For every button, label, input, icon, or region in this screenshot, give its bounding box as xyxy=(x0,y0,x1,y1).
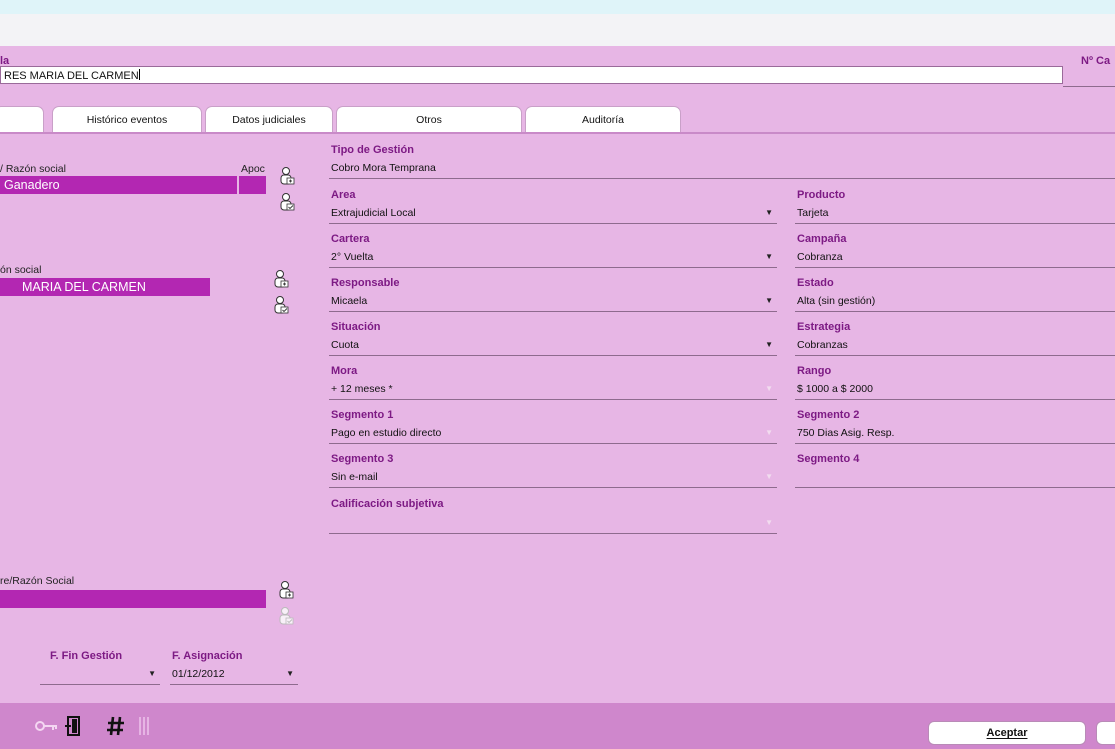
tab-divider xyxy=(0,132,1115,134)
tab-otros-label: Otros xyxy=(416,114,442,126)
tab-auditoria-label: Auditoría xyxy=(581,114,625,126)
client-name-input[interactable]: RES MARIA DEL CARMEN xyxy=(0,66,1063,84)
segmento3-label: Segmento 3 xyxy=(331,453,394,465)
segmento2-label: Segmento 2 xyxy=(797,409,860,421)
estado-label: Estado xyxy=(797,277,834,289)
area-select[interactable]: Extrajudicial Local ▼ xyxy=(329,204,777,224)
razon-social-2-value[interactable]: MARIA DEL CARMEN xyxy=(0,278,210,296)
text-cursor xyxy=(138,69,140,80)
estado-field[interactable]: Alta (sin gestión) xyxy=(795,292,1115,312)
chevron-down-icon[interactable]: ▼ xyxy=(765,208,773,217)
cartera-label: Cartera xyxy=(331,233,370,245)
nombre-razon-value[interactable] xyxy=(0,590,266,608)
producto-field[interactable]: Tarjeta xyxy=(795,204,1115,224)
situacion-value: Cuota xyxy=(331,339,360,351)
situacion-select[interactable]: Cuota ▼ xyxy=(329,336,777,356)
rango-label: Rango xyxy=(797,365,832,377)
mora-value: + 12 meses * xyxy=(331,383,393,395)
razon-social-value[interactable]: Ganadero xyxy=(0,176,237,194)
tipo-gestion-label: Tipo de Gestión xyxy=(331,144,414,156)
estrategia-label: Estrategia xyxy=(797,321,851,333)
segmento3-select: Sin e-mail ▼ xyxy=(329,468,777,488)
mora-select: + 12 meses * ▼ xyxy=(329,380,777,400)
area-label: Area xyxy=(331,189,356,201)
calificacion-select: ▼ xyxy=(329,514,777,534)
chevron-down-icon[interactable]: ▼ xyxy=(765,340,773,349)
cartera-select[interactable]: 2° Vuelta ▼ xyxy=(329,248,777,268)
segmento3-value: Sin e-mail xyxy=(331,471,378,483)
segmento4-label: Segmento 4 xyxy=(797,453,860,465)
campana-value: Cobranza xyxy=(797,251,843,263)
razon-social-label: / Razón social xyxy=(0,163,66,175)
asignacion-label: F. Asignación xyxy=(172,650,243,662)
apoc-value[interactable] xyxy=(239,176,266,194)
chevron-down-icon: ▼ xyxy=(765,518,773,527)
client-name-value: RES MARIA DEL CARMEN xyxy=(4,70,139,82)
key-icon[interactable] xyxy=(34,717,60,735)
situacion-label: Situación xyxy=(331,321,381,333)
apoc-label: Apoc xyxy=(241,163,265,175)
responsable-label: Responsable xyxy=(331,277,400,289)
tab-historico-eventos[interactable]: Histórico eventos xyxy=(52,106,202,132)
chevron-down-icon: ▼ xyxy=(765,472,773,481)
cartera-value: 2° Vuelta xyxy=(331,251,374,263)
person-add-icon[interactable] xyxy=(272,269,290,295)
hash-icon[interactable] xyxy=(106,715,126,737)
nombre-razon-label: re/Razón Social xyxy=(0,575,75,587)
tab-historico-eventos-label: Histórico eventos xyxy=(86,114,168,126)
calificacion-label: Calificación subjetiva xyxy=(331,498,444,510)
person-add-icon[interactable] xyxy=(278,166,296,192)
rango-value: $ 1000 a $ 2000 xyxy=(797,383,873,395)
tipo-gestion-field[interactable]: Cobro Mora Temprana xyxy=(329,159,1115,179)
tab-otros[interactable]: Otros xyxy=(336,106,522,132)
tab-auditoria[interactable]: Auditoría xyxy=(525,106,681,132)
chevron-down-icon[interactable]: ▼ xyxy=(765,296,773,305)
estrategia-value: Cobranzas xyxy=(797,339,848,351)
client-number-field[interactable] xyxy=(1063,66,1115,87)
bottom-toolbar: Aceptar xyxy=(0,703,1115,749)
person-check-icon xyxy=(279,607,294,625)
chevron-down-icon[interactable]: ▼ xyxy=(148,669,156,678)
person-add-icon[interactable] xyxy=(277,580,295,606)
campana-label: Campaña xyxy=(797,233,847,245)
area-value: Extrajudicial Local xyxy=(331,207,416,219)
bars-icon[interactable] xyxy=(137,715,151,737)
rango-field[interactable]: $ 1000 a $ 2000 xyxy=(795,380,1115,400)
chevron-down-icon[interactable]: ▼ xyxy=(765,252,773,261)
responsable-select[interactable]: Micaela ▼ xyxy=(329,292,777,312)
razon-social-2-label: ón social xyxy=(0,264,42,276)
estado-value: Alta (sin gestión) xyxy=(797,295,876,307)
segmento1-value: Pago en estudio directo xyxy=(331,427,442,439)
producto-label: Producto xyxy=(797,189,846,201)
segmento1-label: Segmento 1 xyxy=(331,409,394,421)
aceptar-label: Aceptar xyxy=(986,727,1028,739)
tab-general[interactable] xyxy=(0,106,44,132)
estrategia-field[interactable]: Cobranzas xyxy=(795,336,1115,356)
responsable-value: Micaela xyxy=(331,295,368,307)
producto-value: Tarjeta xyxy=(797,207,829,219)
fin-gestion-label: F. Fin Gestión xyxy=(50,650,123,662)
tab-datos-judiciales[interactable]: Datos judiciales xyxy=(205,106,333,132)
aceptar-button[interactable]: Aceptar xyxy=(928,721,1086,745)
door-icon[interactable] xyxy=(64,715,84,737)
campana-field[interactable]: Cobranza xyxy=(795,248,1115,268)
secondary-button[interactable] xyxy=(1096,721,1115,745)
mora-label: Mora xyxy=(331,365,358,377)
chevron-down-icon[interactable]: ▼ xyxy=(286,669,294,678)
person-check-icon[interactable] xyxy=(278,192,296,218)
chevron-down-icon: ▼ xyxy=(765,384,773,393)
application-window: la Nº Ca RES MARIA DEL CARMEN Histórico … xyxy=(0,14,1115,749)
fin-gestion-select[interactable]: ▼ xyxy=(40,665,160,685)
tipo-gestion-value: Cobro Mora Temprana xyxy=(331,162,436,174)
chevron-down-icon: ▼ xyxy=(765,428,773,437)
person-check-icon[interactable] xyxy=(272,295,290,321)
segmento1-select: Pago en estudio directo ▼ xyxy=(329,424,777,444)
asignacion-select[interactable]: 01/12/2012 ▼ xyxy=(170,665,298,685)
segmento4-field[interactable] xyxy=(795,468,1115,488)
segmento2-field[interactable]: 750 Dias Asig. Resp. xyxy=(795,424,1115,444)
segmento2-value: 750 Dias Asig. Resp. xyxy=(797,427,895,439)
tab-datos-judiciales-label: Datos judiciales xyxy=(232,114,306,126)
tab-strip: Histórico eventos Datos judiciales Otros… xyxy=(0,106,1115,134)
asignacion-value: 01/12/2012 xyxy=(172,668,225,680)
